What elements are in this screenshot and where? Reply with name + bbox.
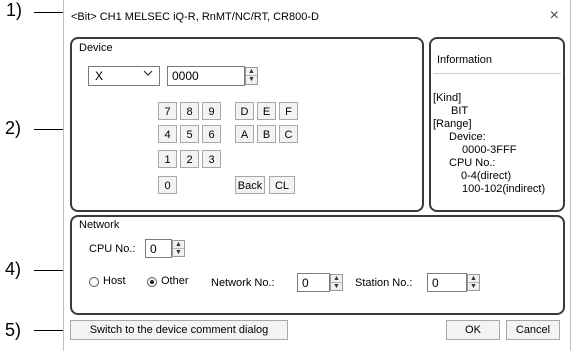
ok-button[interactable]: OK: [446, 320, 500, 340]
key-8[interactable]: 8: [180, 102, 199, 120]
callout-1: 1): [6, 0, 23, 20]
information-label: Information: [437, 54, 493, 66]
clear-button[interactable]: CL: [269, 176, 295, 194]
host-label: Host: [103, 275, 126, 287]
callout-4: 4): [5, 259, 22, 279]
device-label: Device: [77, 42, 115, 54]
key-2[interactable]: 2: [180, 150, 199, 168]
spin-up-icon[interactable]: ▲: [468, 275, 479, 283]
device-type-select[interactable]: X: [88, 66, 160, 86]
switch-to-comment-dialog-button[interactable]: Switch to the device comment dialog: [70, 320, 288, 340]
info-kind-value: BIT: [451, 105, 469, 117]
info-device-range: 0000-3FFF: [462, 144, 517, 156]
station-no-spinner[interactable]: ▲ ▼: [467, 274, 480, 291]
host-radio[interactable]: [89, 277, 99, 287]
key-5[interactable]: 5: [180, 125, 199, 143]
network-no-label: Network No.:: [211, 277, 275, 289]
cpu-no-input[interactable]: 0: [145, 239, 172, 258]
station-no-input[interactable]: 0: [427, 273, 467, 292]
key-6[interactable]: 6: [202, 125, 221, 143]
cancel-button[interactable]: Cancel: [506, 320, 560, 340]
title-bar: <Bit> CH1 MELSEC iQ-R, RnMT/NC/RT, CR800…: [63, 4, 571, 30]
network-label: Network: [77, 219, 122, 231]
cpu-no-label: CPU No.:: [89, 243, 136, 255]
spin-down-icon[interactable]: ▼: [173, 249, 184, 257]
key-f[interactable]: F: [279, 102, 298, 120]
info-cpu-heading: CPU No.:: [449, 157, 496, 169]
spin-up-icon[interactable]: ▲: [173, 241, 184, 249]
spin-down-icon[interactable]: ▼: [246, 76, 257, 84]
key-b[interactable]: B: [257, 125, 276, 143]
key-d[interactable]: D: [235, 102, 254, 120]
chevron-down-icon: [143, 68, 153, 81]
key-3[interactable]: 3: [202, 150, 221, 168]
callout-5: 5): [5, 320, 22, 340]
key-4[interactable]: 4: [158, 125, 177, 143]
network-no-input[interactable]: 0: [297, 273, 330, 292]
station-no-label: Station No.:: [355, 277, 413, 289]
key-7[interactable]: 7: [158, 102, 177, 120]
cpu-no-value: 0: [150, 242, 157, 256]
network-no-spinner[interactable]: ▲ ▼: [330, 274, 343, 291]
close-icon[interactable]: ×: [550, 7, 559, 25]
back-button[interactable]: Back: [235, 176, 265, 194]
key-9[interactable]: 9: [202, 102, 221, 120]
device-address-spinner[interactable]: ▲ ▼: [245, 67, 258, 85]
cpu-no-spinner[interactable]: ▲ ▼: [172, 240, 185, 257]
other-label: Other: [161, 275, 189, 287]
info-cpu-direct: 0-4(direct): [461, 170, 512, 182]
spin-down-icon[interactable]: ▼: [331, 283, 342, 291]
info-cpu-indirect: 100-102(indirect): [462, 183, 546, 195]
station-no-value: 0: [432, 276, 439, 290]
key-a[interactable]: A: [235, 125, 254, 143]
info-device-heading: Device:: [449, 131, 486, 143]
other-radio[interactable]: [147, 277, 157, 287]
key-e[interactable]: E: [257, 102, 276, 120]
device-address-input[interactable]: 0000: [167, 66, 245, 86]
dialog-title: <Bit> CH1 MELSEC iQ-R, RnMT/NC/RT, CR800…: [71, 11, 319, 23]
information-divider: [433, 73, 561, 74]
spin-up-icon[interactable]: ▲: [331, 275, 342, 283]
key-0[interactable]: 0: [158, 176, 177, 194]
info-range-heading: [Range]: [433, 118, 472, 130]
network-no-value: 0: [302, 276, 309, 290]
network-panel: [70, 215, 565, 315]
info-kind-heading: [Kind]: [433, 92, 462, 104]
callout-2: 2): [5, 118, 22, 138]
spin-up-icon[interactable]: ▲: [246, 68, 257, 76]
spin-down-icon[interactable]: ▼: [468, 283, 479, 291]
key-1[interactable]: 1: [158, 150, 177, 168]
device-type-value: X: [95, 69, 104, 83]
key-c[interactable]: C: [279, 125, 298, 143]
device-address-value: 0000: [172, 69, 199, 83]
